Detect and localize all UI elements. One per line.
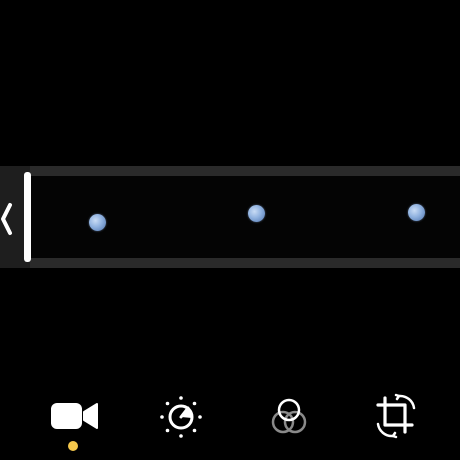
video-camera-icon xyxy=(51,403,98,429)
timeline-frame xyxy=(430,176,460,258)
moon-thumbnail xyxy=(248,205,265,222)
active-tool-indicator xyxy=(68,441,78,451)
adjust-dial-icon xyxy=(160,396,202,438)
video-edit-screen xyxy=(0,0,460,460)
moon-thumbnail xyxy=(408,204,425,221)
timeline-frame xyxy=(110,176,191,258)
adjust-tool-button[interactable] xyxy=(153,388,209,444)
crop-tool-button[interactable] xyxy=(368,388,424,444)
trim-handle[interactable] xyxy=(24,172,31,262)
video-tool-button[interactable] xyxy=(46,388,102,444)
timeline-filmstrip[interactable] xyxy=(0,166,460,268)
chevron-left-icon[interactable] xyxy=(0,199,14,239)
timeline-frames[interactable] xyxy=(30,176,460,258)
crop-rotate-icon xyxy=(376,393,416,439)
filters-icon xyxy=(271,398,307,434)
filters-tool-button[interactable] xyxy=(261,388,317,444)
moon-thumbnail xyxy=(89,214,106,231)
timeline-frame xyxy=(270,176,351,258)
